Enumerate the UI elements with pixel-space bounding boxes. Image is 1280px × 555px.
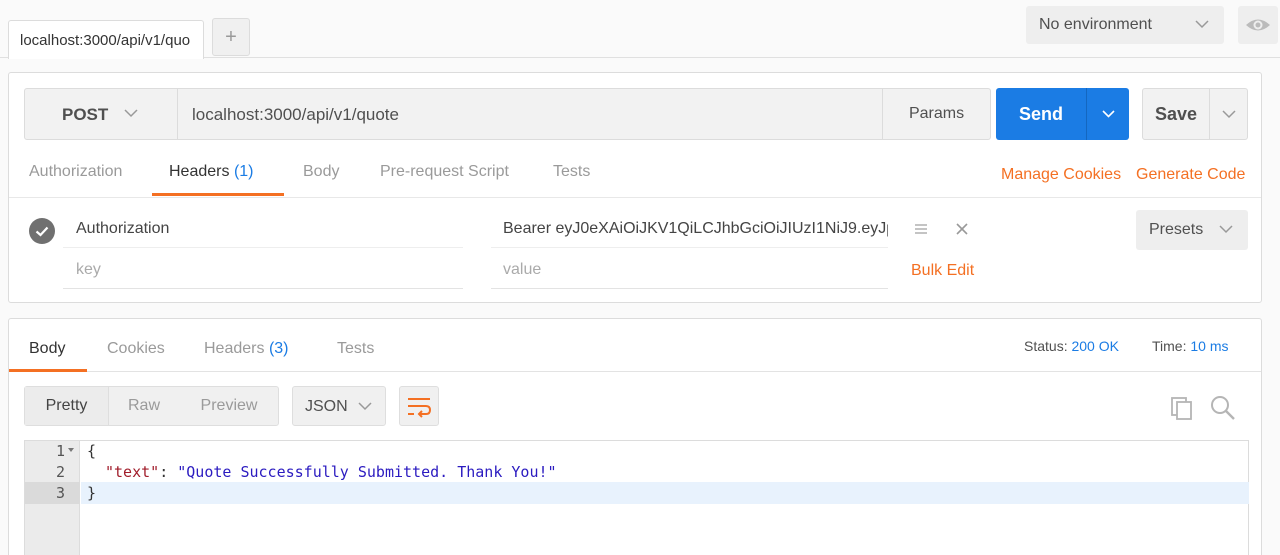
code-line: } xyxy=(87,484,97,502)
tab-authorization[interactable]: Authorization xyxy=(29,163,122,181)
new-value-field[interactable]: value xyxy=(491,251,888,289)
send-button[interactable]: Send xyxy=(996,88,1129,140)
chevron-down-icon xyxy=(1222,110,1236,119)
response-time: Time: 10 ms xyxy=(1152,338,1229,354)
environment-label: No environment xyxy=(1039,16,1152,33)
copy-icon[interactable] xyxy=(1169,395,1195,421)
response-tab-body[interactable]: Body xyxy=(29,340,65,358)
presets-label: Presets xyxy=(1149,221,1204,238)
line-number: 3 xyxy=(55,484,65,502)
url-input[interactable]: localhost:3000/api/v1/quote xyxy=(192,105,399,125)
chevron-down-icon xyxy=(1219,225,1233,234)
header-key-field[interactable]: Authorization xyxy=(63,210,463,248)
chevron-down-icon xyxy=(124,109,138,118)
request-panel: POST localhost:3000/api/v1/quote Params … xyxy=(8,72,1262,303)
close-icon[interactable] xyxy=(955,222,969,236)
chevron-down-icon xyxy=(1195,20,1209,29)
view-preview-button[interactable]: Preview xyxy=(179,387,279,425)
save-dropdown-toggle[interactable] xyxy=(1209,89,1247,139)
divider xyxy=(9,371,1261,372)
code-line: "text": "Quote Successfully Submitted. T… xyxy=(105,463,557,481)
active-line-highlight xyxy=(81,482,1249,504)
tab-count: (1) xyxy=(233,163,254,180)
tab-label: Headers xyxy=(169,163,230,180)
response-panel: Body Cookies Headers (3) Tests Status: 2… xyxy=(8,318,1262,555)
drag-handle-icon[interactable] xyxy=(914,222,928,236)
view-pretty-button[interactable]: Pretty xyxy=(25,387,109,425)
response-tab-tests[interactable]: Tests xyxy=(337,340,374,358)
add-tab-button[interactable]: + xyxy=(212,18,250,56)
status-label: Status: xyxy=(1024,338,1068,354)
method-select[interactable]: POST xyxy=(25,89,178,139)
view-mode-group: Pretty Raw Preview xyxy=(24,386,279,426)
time-label: Time: xyxy=(1152,338,1187,354)
tab-label: Tests xyxy=(337,340,375,357)
tab-pre-request-script[interactable]: Pre-request Script xyxy=(380,163,509,181)
tab-label: Authorization xyxy=(29,163,123,180)
response-tab-headers[interactable]: Headers (3) xyxy=(204,340,289,358)
header-value-field[interactable]: Bearer eyJ0eXAiOiJKV1QiLCJhbGciOiJIUzI1N… xyxy=(491,210,888,248)
tab-count: (3) xyxy=(268,340,289,357)
json-key: "text" xyxy=(105,463,160,481)
status-value: 200 OK xyxy=(1071,338,1119,354)
tab-bar: localhost:3000/api/v1/quo + No environme… xyxy=(0,0,1280,59)
method-label: POST xyxy=(62,105,109,124)
json-separator: : xyxy=(159,463,178,481)
send-dropdown-toggle[interactable] xyxy=(1086,88,1129,140)
divider xyxy=(9,197,1261,198)
url-bar: POST localhost:3000/api/v1/quote Params xyxy=(24,88,991,140)
response-body-editor[interactable]: 1 2 3 { "text": "Quote Successfully Subm… xyxy=(24,440,1249,555)
line-number: 2 xyxy=(55,463,65,481)
params-button[interactable]: Params xyxy=(882,89,990,139)
format-select[interactable]: JSON xyxy=(292,386,386,426)
generate-code-link[interactable]: Generate Code xyxy=(1136,166,1245,184)
tab-label: Headers xyxy=(204,340,265,357)
save-label: Save xyxy=(1154,104,1198,124)
environment-quick-look-button[interactable] xyxy=(1238,6,1278,44)
active-tab-indicator xyxy=(9,369,87,372)
chevron-down-icon xyxy=(1102,110,1115,118)
tab-tests[interactable]: Tests xyxy=(553,163,590,181)
search-icon[interactable] xyxy=(1209,394,1237,422)
wrap-lines-button[interactable] xyxy=(399,386,439,426)
presets-dropdown[interactable]: Presets xyxy=(1136,210,1248,250)
header-enabled-checkbox[interactable] xyxy=(29,218,55,244)
chevron-down-icon xyxy=(358,402,372,411)
check-circle-icon xyxy=(35,226,49,237)
json-string-value: "Quote Successfully Submitted. Thank You… xyxy=(177,463,557,481)
new-key-field[interactable]: key xyxy=(63,251,463,289)
tab-label: Body xyxy=(29,340,66,357)
response-status: Status: 200 OK xyxy=(1024,338,1119,354)
tab-label: Body xyxy=(303,163,340,180)
tab-body[interactable]: Body xyxy=(303,163,339,181)
active-tab-indicator xyxy=(152,193,284,196)
view-raw-button[interactable]: Raw xyxy=(109,387,179,425)
line-number: 1 xyxy=(55,442,65,460)
response-tab-cookies[interactable]: Cookies xyxy=(107,340,165,358)
tab-label: Cookies xyxy=(107,340,165,357)
plus-icon: + xyxy=(225,26,237,48)
save-button[interactable]: Save xyxy=(1142,88,1248,140)
request-tab[interactable]: localhost:3000/api/v1/quo xyxy=(8,20,204,59)
wrap-lines-icon xyxy=(408,398,432,418)
tab-label: Tests xyxy=(553,163,591,180)
eye-icon xyxy=(1246,19,1270,31)
bulk-edit-link[interactable]: Bulk Edit xyxy=(911,262,974,280)
manage-cookies-link[interactable]: Manage Cookies xyxy=(1001,166,1121,184)
time-value: 10 ms xyxy=(1190,338,1229,354)
tab-headers[interactable]: Headers (1) xyxy=(169,163,254,181)
format-label: JSON xyxy=(305,398,348,415)
tab-label: Pre-request Script xyxy=(380,163,509,180)
code-line: { xyxy=(87,442,97,460)
send-label: Send xyxy=(1018,104,1063,124)
fold-arrow-icon[interactable] xyxy=(68,448,74,452)
environment-select[interactable]: No environment xyxy=(1026,6,1224,44)
